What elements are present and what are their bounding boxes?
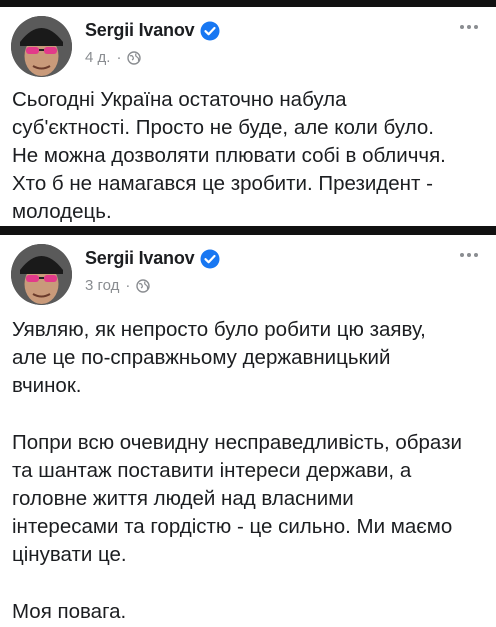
post-divider (0, 226, 496, 235)
avatar[interactable] (11, 244, 72, 305)
globe-icon (136, 278, 151, 293)
text-line: головне життя людей над власними (12, 487, 354, 510)
post-2: Sergii Ivanov 3 год · Уявляю, як непрост… (0, 235, 496, 627)
author-name[interactable]: Sergii Ivanov (85, 20, 195, 41)
text-line: Моя повага. (12, 600, 127, 623)
text-line: та шантаж поставити інтереси держави, а (12, 459, 412, 482)
text-line: інтересами та гордістю - це сильно. Ми м… (12, 515, 453, 538)
text-line: Попри всю очевидну несправедливість, обр… (12, 431, 462, 454)
post-paragraph: Сьогодні Україна остаточно набула суб'єк… (12, 86, 492, 226)
post-paragraph: Уявляю, як непросто було робити цю заяву… (12, 316, 492, 400)
author-row: Sergii Ivanov (85, 248, 220, 269)
text-line: цінувати це. (12, 543, 127, 566)
post-time[interactable]: 3 год (85, 277, 119, 294)
more-options-icon[interactable] (460, 253, 478, 257)
post-meta: 3 год · (85, 277, 151, 294)
verified-badge-icon (200, 249, 220, 269)
post-paragraph: Попри всю очевидну несправедливість, обр… (12, 429, 492, 569)
author-name[interactable]: Sergii Ivanov (85, 248, 195, 269)
post-1: Sergii Ivanov 4 д. · Сьогодні Україна ос… (0, 7, 496, 226)
author-row: Sergii Ivanov (85, 20, 220, 41)
text-line: Уявляю, як непросто було робити цю заяву… (12, 318, 426, 341)
text-line: Сьогодні Україна остаточно набула (12, 88, 347, 111)
post-text: Уявляю, як непросто було робити цю заяву… (12, 316, 492, 626)
meta-separator: · (125, 277, 131, 294)
top-border (0, 0, 496, 7)
text-line: суб'єктності. Просто не буде, але коли б… (12, 116, 434, 139)
text-line: молодець. (12, 200, 112, 223)
meta-separator: · (116, 49, 122, 66)
post-meta: 4 д. · (85, 49, 142, 66)
verified-badge-icon (200, 21, 220, 41)
globe-icon (127, 50, 142, 65)
text-line: Хто б не намагався це зробити. Президент… (12, 172, 433, 195)
more-options-icon[interactable] (460, 25, 478, 29)
text-line: Не можна дозволяти плювати собі в обличч… (12, 144, 446, 167)
text-line: але це по-справжньому державницький (12, 346, 391, 369)
avatar[interactable] (11, 16, 72, 77)
post-text: Сьогодні Україна остаточно набула суб'єк… (12, 86, 492, 226)
text-line: вчинок. (12, 374, 82, 397)
post-paragraph: Моя повага. (12, 598, 492, 626)
post-time[interactable]: 4 д. (85, 49, 110, 66)
